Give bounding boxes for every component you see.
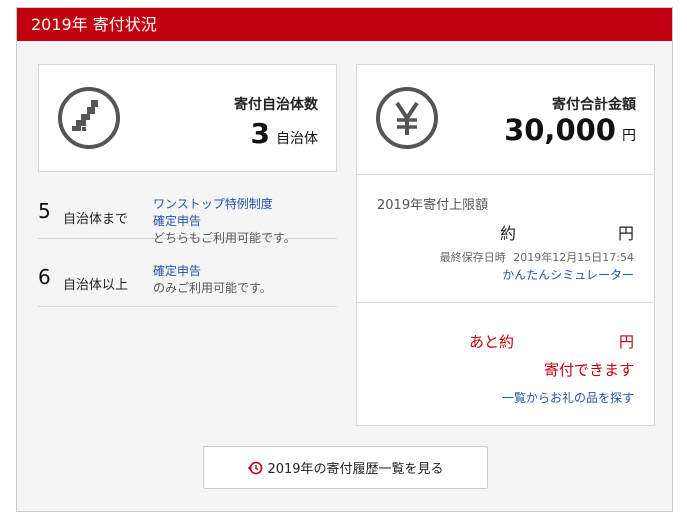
last-saved-label: 最終保存日時	[439, 251, 506, 264]
donation-limit-unit: 円	[617, 224, 634, 243]
municipality-count-number: 3	[250, 117, 270, 150]
remaining-prefix: あと約	[469, 333, 515, 351]
browse-gifts-link[interactable]: 一覧からお礼の品を探す	[502, 389, 634, 406]
rule-description: 確定申告 のみご利用可能です。	[153, 263, 272, 297]
municipality-count-label: 寄付自治体数	[234, 97, 318, 113]
donation-status-panel: 2019年 寄付状況 寄付自治体数 3 自治体 5 自治体まで ワンストップ特例制…	[16, 7, 673, 512]
simulator-link[interactable]: かんたんシミュレーター	[502, 266, 634, 283]
history-icon	[248, 461, 263, 474]
rule-count: 5	[38, 199, 51, 223]
rule-condition: 自治体まで	[63, 212, 129, 227]
municipality-count-value: 3 自治体	[251, 117, 318, 150]
municipality-count-card: 寄付自治体数 3 自治体	[38, 64, 337, 172]
donation-limit-title: 2019年寄付上限額	[377, 198, 489, 213]
total-amount-number: 30,000	[504, 113, 616, 147]
rule-row-6-or-more: 6 自治体以上 確定申告 のみご利用可能です。	[38, 257, 337, 307]
donation-history-label: 2019年の寄付履歴一覧を見る	[267, 462, 444, 477]
total-amount-label: 寄付合計金額	[552, 97, 636, 113]
rule-count: 6	[38, 265, 51, 289]
rule-note: のみご利用可能です。	[153, 281, 272, 295]
last-saved: 最終保存日時 2019年12月15日17:54	[440, 249, 634, 265]
yen-icon	[376, 87, 438, 149]
rule-row-up-to-5: 5 自治体まで ワンストップ特例制度 確定申告 どちらもご利用可能です。	[38, 189, 337, 245]
donation-history-button[interactable]: 2019年の寄付履歴一覧を見る	[203, 446, 488, 489]
one-stop-exception-link[interactable]: ワンストップ特例制度	[153, 196, 296, 213]
total-amount-unit: 円	[622, 128, 636, 144]
tax-return-link[interactable]: 確定申告	[153, 213, 296, 230]
donation-limit-prefix: 約	[500, 224, 517, 243]
rule-note: どちらもご利用可能です。	[153, 231, 296, 245]
japan-map-icon	[58, 87, 120, 149]
panel-title: 2019年 寄付状況	[17, 8, 672, 41]
tax-return-link[interactable]: 確定申告	[153, 263, 272, 280]
remaining-message: 寄付できます	[543, 361, 634, 379]
rule-description: ワンストップ特例制度 確定申告 どちらもご利用可能です。	[153, 196, 296, 247]
remaining-section: あと約 円 寄付できます 一覧からお礼の品を探す	[357, 302, 654, 426]
total-amount-value: 30,000 円	[504, 113, 636, 147]
donation-limit-section: 2019年寄付上限額 約 円 最終保存日時 2019年12月15日17:54 か…	[357, 174, 654, 302]
last-saved-datetime: 2019年12月15日17:54	[513, 251, 634, 264]
municipality-count-unit: 自治体	[276, 131, 318, 147]
rule-condition: 自治体以上	[63, 278, 129, 293]
remaining-unit: 円	[618, 333, 634, 351]
amount-card: 寄付合計金額 30,000 円 2019年寄付上限額 約 円 最終保存日時 201…	[356, 64, 655, 426]
